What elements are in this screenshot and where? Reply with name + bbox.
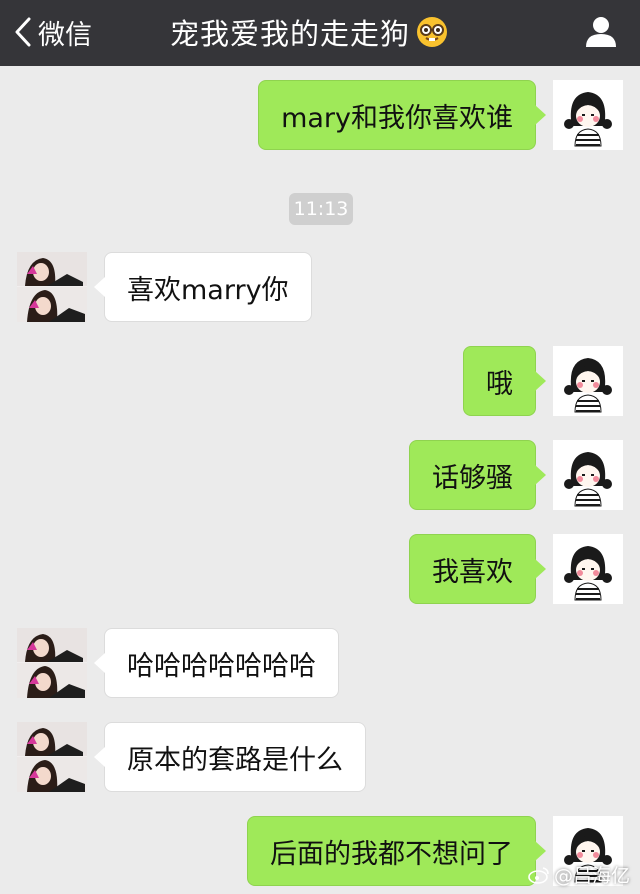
back-label: 微信 bbox=[38, 19, 92, 51]
weibo-icon bbox=[528, 866, 549, 884]
chevron-left-icon bbox=[15, 17, 31, 47]
message-text: 话够骚 bbox=[432, 462, 513, 494]
message-text: 喜欢marry你 bbox=[127, 274, 289, 306]
person-icon[interactable] bbox=[584, 14, 618, 48]
message-text: 我喜欢 bbox=[432, 556, 513, 588]
received-message-bubble[interactable]: 原本的套路是什么 bbox=[94, 722, 366, 792]
message-text: mary和我你喜欢谁 bbox=[281, 102, 513, 134]
received-message-bubble[interactable]: 喜欢marry你 bbox=[94, 252, 312, 322]
sent-message-bubble[interactable]: 哦 bbox=[463, 346, 546, 416]
watermark: @吕海亿 bbox=[528, 861, 630, 888]
message-text: 哦 bbox=[486, 368, 513, 400]
received-message-bubble[interactable]: 哈哈哈哈哈哈哈 bbox=[94, 628, 339, 698]
sent-message-bubble[interactable]: 我喜欢 bbox=[409, 534, 546, 604]
chat-title: 宠我爱我的走走狗 bbox=[170, 12, 448, 52]
my-avatar[interactable] bbox=[553, 80, 623, 150]
contact-avatar[interactable] bbox=[17, 722, 87, 792]
my-avatar[interactable] bbox=[553, 440, 623, 510]
message-text: 原本的套路是什么 bbox=[127, 744, 343, 776]
my-avatar[interactable] bbox=[553, 346, 623, 416]
message-text: 后面的我都不想问了 bbox=[270, 838, 513, 870]
timestamp-badge: 11:13 bbox=[289, 193, 353, 225]
chat-title-text: 宠我爱我的走走狗 bbox=[170, 17, 411, 51]
sent-message-bubble[interactable]: mary和我你喜欢谁 bbox=[258, 80, 546, 150]
sent-message-bubble[interactable]: 话够骚 bbox=[409, 440, 546, 510]
back-button[interactable]: 微信 bbox=[14, 12, 92, 52]
nerd-face-emoji-icon bbox=[417, 17, 448, 47]
contact-avatar[interactable] bbox=[17, 252, 87, 322]
message-text: 哈哈哈哈哈哈哈 bbox=[127, 650, 316, 682]
contact-avatar[interactable] bbox=[17, 628, 87, 698]
watermark-text: @吕海亿 bbox=[553, 865, 630, 887]
sent-message-bubble[interactable]: 后面的我都不想问了 bbox=[247, 816, 546, 886]
my-avatar[interactable] bbox=[553, 534, 623, 604]
navigation-bar: 微信 宠我爱我的走走狗 bbox=[0, 0, 640, 66]
